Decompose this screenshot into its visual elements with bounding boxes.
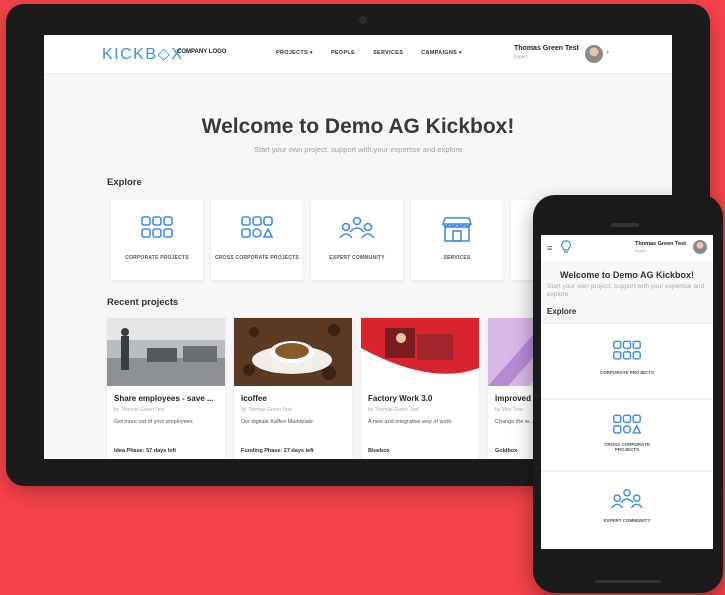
project-title[interactable]: Factory Work 3.0 xyxy=(368,394,432,403)
recent-projects-heading: Recent projects xyxy=(107,297,179,308)
project-author: by Thomas Green Test xyxy=(114,407,165,413)
project-author: by Thomas Green Test xyxy=(368,407,419,413)
phone-screen: ≡ Thomas Green Test Expert Welcome to De… xyxy=(541,235,713,549)
kickbox-logo[interactable]: KICKB◇X xyxy=(102,44,184,64)
phone-speaker xyxy=(611,223,639,227)
shapes-icon xyxy=(613,414,642,434)
grid-icon xyxy=(613,340,641,360)
category-label: CORPORATE PROJECTS xyxy=(125,255,189,261)
page-subtitle: Start your own project, support with you… xyxy=(547,283,705,298)
avatar[interactable] xyxy=(585,45,603,63)
nav-links: PROJECTS ▾ PEOPLE SERVICES CAMPAIGNS ▾ xyxy=(276,50,462,56)
project-description: Get more out of your employees xyxy=(114,419,193,425)
project-card[interactable]: Share employees - save ... by Thomas Gre… xyxy=(107,318,225,459)
category-corporate-projects[interactable]: CORPORATE PROJECTS xyxy=(541,323,713,398)
category-label: SERVICES xyxy=(443,255,471,261)
category-corporate-projects[interactable]: CORPORATE PROJECTS xyxy=(111,200,203,280)
store-icon xyxy=(442,217,472,242)
user-name[interactable]: Thomas Green Test xyxy=(635,241,686,247)
lightbulb-icon[interactable] xyxy=(561,240,571,254)
page-title: Welcome to Demo AG Kickbox! xyxy=(201,115,515,138)
page-title: Welcome to Demo AG Kickbox! xyxy=(559,270,695,280)
project-title[interactable]: Share employees - save ... xyxy=(114,394,214,403)
grid-icon xyxy=(141,216,173,238)
chevron-down-icon[interactable]: ▾ xyxy=(606,49,609,56)
project-description: Der digitale Kaffee Marktplatz xyxy=(241,419,314,425)
avatar[interactable] xyxy=(693,240,707,254)
phone-device: ≡ Thomas Green Test Expert Welcome to De… xyxy=(533,195,723,593)
shapes-icon xyxy=(241,216,274,238)
top-navbar: KICKB◇X COMPANY LOGO PROJECTS ▾ PEOPLE S… xyxy=(44,35,672,73)
project-author: by Thomas Green Test xyxy=(241,407,292,413)
project-title[interactable]: Improved xyxy=(495,394,531,403)
people-icon xyxy=(339,216,375,239)
nav-services[interactable]: SERVICES xyxy=(373,50,403,56)
home-indicator xyxy=(595,580,661,583)
project-phase: Bluebox xyxy=(368,448,390,454)
explore-heading: Explore xyxy=(107,177,142,188)
category-label: CROSS CORPORATE PROJECTS xyxy=(604,442,650,452)
company-logo: COMPANY LOGO xyxy=(177,49,227,55)
category-label: EXPERT COMMUNITY xyxy=(603,518,651,523)
hamburger-menu-icon[interactable]: ≡ xyxy=(547,243,552,253)
project-phase: Idea Phase: 57 days left xyxy=(114,448,177,454)
project-author: by Mira Tree xyxy=(495,407,523,413)
project-image-factory xyxy=(361,318,479,386)
tablet-camera xyxy=(359,16,367,24)
category-expert-community[interactable]: EXPERT COMMUNITY xyxy=(311,200,403,280)
user-role: Expert xyxy=(514,54,528,59)
project-card[interactable]: Factory Work 3.0 by Thomas Green Test A … xyxy=(361,318,479,459)
mobile-navbar: ≡ Thomas Green Test Expert xyxy=(541,235,713,261)
people-icon xyxy=(611,488,643,509)
category-services[interactable]: SERVICES xyxy=(411,200,503,280)
project-phase: Funding Phase: 27 days left xyxy=(241,448,314,454)
project-title[interactable]: icoffee xyxy=(241,394,267,403)
user-name[interactable]: Thomas Green Test xyxy=(514,45,579,52)
category-cross-corporate-projects[interactable]: CROSS CORPORATE PROJECTS xyxy=(211,200,303,280)
project-phase: Goldbox xyxy=(495,448,518,454)
nav-campaigns[interactable]: CAMPAIGNS ▾ xyxy=(421,50,462,56)
nav-people[interactable]: PEOPLE xyxy=(331,50,355,56)
category-label: CORPORATE PROJECTS xyxy=(600,370,654,375)
user-role: Expert xyxy=(635,248,647,253)
category-cross-corporate-projects[interactable]: CROSS CORPORATE PROJECTS xyxy=(541,399,713,470)
project-image-office xyxy=(107,318,225,386)
project-description: A new and integrative way of work. xyxy=(368,419,453,425)
project-image-coffee xyxy=(234,318,352,386)
nav-projects[interactable]: PROJECTS ▾ xyxy=(276,50,313,56)
page-subtitle: Start your own project, support with you… xyxy=(253,145,463,154)
explore-heading: Explore xyxy=(547,307,577,316)
category-expert-community[interactable]: EXPERT COMMUNITY xyxy=(541,471,713,549)
category-label: EXPERT COMMUNITY xyxy=(329,255,385,261)
category-label: CROSS CORPORATE PROJECTS xyxy=(215,255,299,261)
project-card[interactable]: icoffee by Thomas Green Test Der digital… xyxy=(234,318,352,459)
